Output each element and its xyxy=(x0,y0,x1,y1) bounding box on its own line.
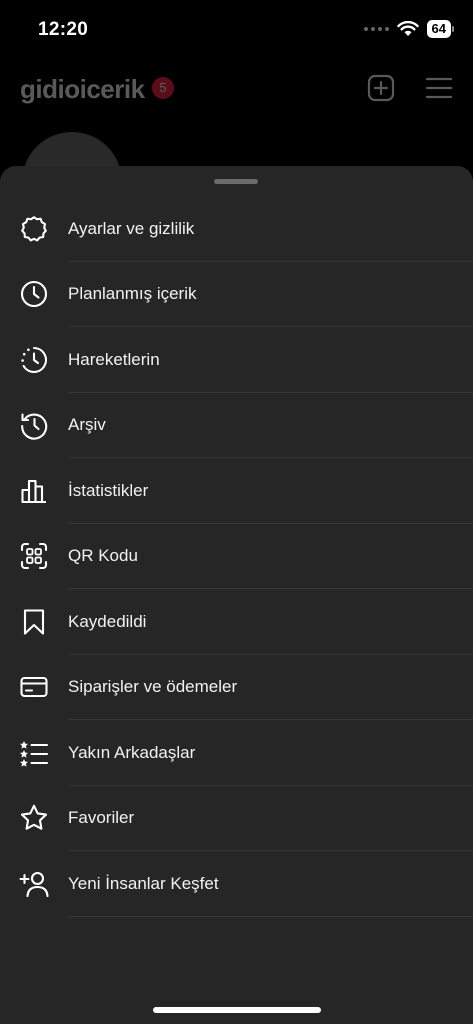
menu-item-close-friends[interactable]: Yakın Arkadaşlar xyxy=(0,720,473,786)
options-bottom-sheet: Ayarlar ve gizlilik Planlanmış içerik Ha… xyxy=(0,166,473,1024)
battery-indicator: 64 xyxy=(426,20,455,38)
menu-item-label: QR Kodu xyxy=(68,546,138,566)
history-icon xyxy=(19,410,49,440)
menu-item-label: Siparişler ve ödemeler xyxy=(68,677,238,697)
options-menu-list: Ayarlar ve gizlilik Planlanmış içerik Ha… xyxy=(0,196,473,917)
add-person-icon xyxy=(19,869,49,899)
menu-item-orders-payments[interactable]: Siparişler ve ödemeler xyxy=(0,655,473,720)
activity-clock-icon xyxy=(19,345,49,375)
sheet-grabber-handle[interactable] xyxy=(214,179,258,184)
credit-card-icon xyxy=(19,672,49,702)
cellular-signal-icon xyxy=(363,27,389,31)
menu-item-archive[interactable]: Arşiv xyxy=(0,393,473,458)
divider xyxy=(68,915,473,917)
menu-item-label: Kaydedildi xyxy=(68,611,147,631)
menu-item-label: Yeni İnsanlar Keşfet xyxy=(68,873,219,893)
menu-item-scheduled-content[interactable]: Planlanmış içerik xyxy=(0,262,473,327)
status-time: 12:20 xyxy=(38,19,89,40)
menu-item-qr-code[interactable]: QR Kodu xyxy=(0,524,473,589)
menu-item-label: Yakın Arkadaşlar xyxy=(68,742,196,762)
plus-square-icon[interactable] xyxy=(366,73,396,103)
menu-item-settings[interactable]: Ayarlar ve gizlilik xyxy=(0,196,473,262)
profile-username[interactable]: gidioicerik xyxy=(20,74,145,105)
star-list-icon xyxy=(19,738,49,768)
menu-item-favorites[interactable]: Favoriler xyxy=(0,786,473,851)
menu-item-label: İstatistikler xyxy=(68,480,149,500)
hamburger-menu-icon[interactable] xyxy=(424,73,454,103)
menu-item-saved[interactable]: Kaydedildi xyxy=(0,589,473,655)
menu-item-label: Arşiv xyxy=(68,415,106,435)
menu-item-insights[interactable]: İstatistikler xyxy=(0,458,473,524)
status-indicators: 64 xyxy=(363,20,455,38)
home-indicator[interactable] xyxy=(153,1007,321,1013)
menu-item-activity[interactable]: Hareketlerin xyxy=(0,327,473,393)
gear-icon xyxy=(19,214,49,244)
bar-chart-icon xyxy=(19,476,49,506)
bookmark-icon xyxy=(19,607,49,637)
menu-item-label: Ayarlar ve gizlilik xyxy=(68,218,195,238)
menu-item-label: Hareketlerin xyxy=(68,349,160,369)
notification-badge: 5 xyxy=(152,77,174,99)
status-bar: 12:20 64 xyxy=(0,0,473,60)
wifi-icon xyxy=(396,21,419,36)
star-icon xyxy=(19,803,49,833)
profile-header: gidioicerik 5 xyxy=(0,60,473,120)
menu-item-label: Favoriler xyxy=(68,808,135,828)
menu-item-label: Planlanmış içerik xyxy=(68,284,197,304)
qr-scan-icon xyxy=(19,541,49,571)
clock-icon xyxy=(19,279,49,309)
menu-item-discover-people[interactable]: Yeni İnsanlar Keşfet xyxy=(0,851,473,917)
